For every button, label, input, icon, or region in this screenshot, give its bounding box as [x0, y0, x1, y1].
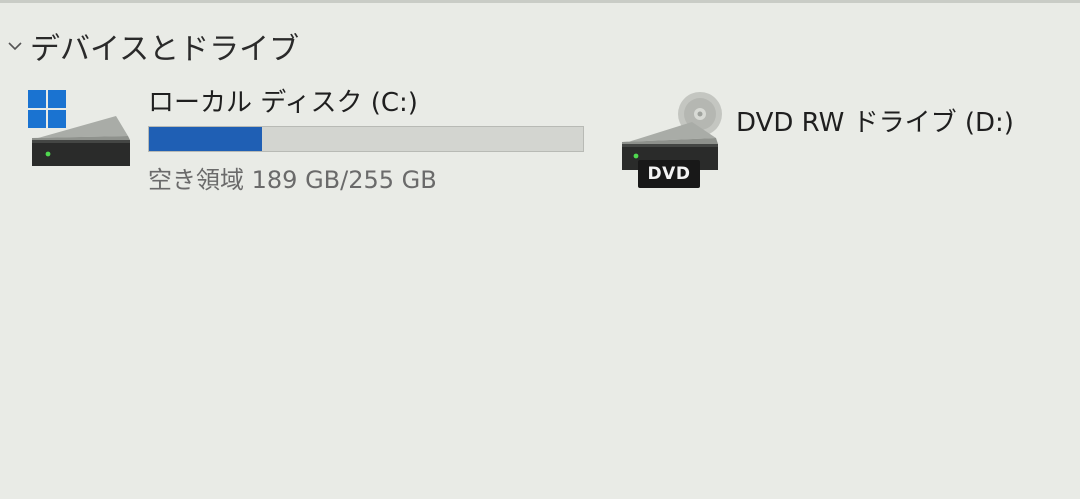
chevron-down-icon[interactable]	[4, 35, 26, 57]
drive-name: DVD RW ドライブ (D:)	[736, 108, 1014, 138]
windows-drive-icon	[24, 86, 134, 172]
usage-bar	[148, 126, 584, 152]
section-title: デバイスとドライブ	[30, 32, 300, 67]
devices-and-drives-header[interactable]: デバイスとドライブ	[4, 24, 299, 68]
usage-bar-fill	[149, 127, 262, 151]
dvd-badge: DVD	[638, 160, 700, 188]
drive-d-info: DVD RW ドライブ (D:)	[736, 88, 1014, 138]
drive-c-info: ローカル ディスク (C:) 空き領域 189 GB/255 GB	[148, 86, 584, 195]
drive-name: ローカル ディスク (C:)	[148, 88, 418, 118]
drive-item-c[interactable]: ローカル ディスク (C:) 空き領域 189 GB/255 GB	[24, 86, 584, 195]
free-space-label: 空き領域 189 GB/255 GB	[148, 166, 437, 194]
top-border	[0, 0, 1080, 3]
drive-item-d[interactable]: DVD DVD RW ドライブ (D:)	[618, 88, 1014, 196]
dvd-drive-icon: DVD	[618, 88, 722, 196]
